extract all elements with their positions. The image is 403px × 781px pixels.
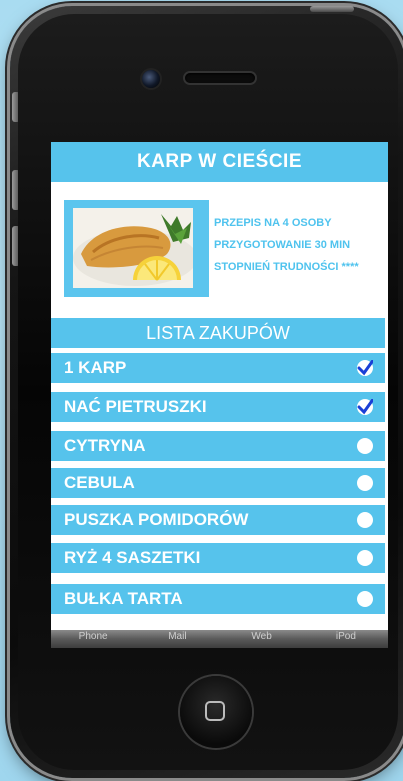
list-item-onion[interactable]: CEBULA [51, 468, 385, 498]
list-item-karp[interactable]: 1 KARP [51, 353, 385, 383]
difficulty-info: STOPNIEŃ TRUDNOŚCI **** [214, 261, 359, 273]
app-screen: KARP W CIEŚCIE PRZEPIS NA 4 OSOBY PRZYGO… [51, 142, 388, 648]
tab-phone[interactable]: Phone [51, 630, 135, 648]
list-item-label: BUŁKA TARTA [64, 589, 183, 608]
recipe-info: PRZEPIS NA 4 OSOBY PRZYGOTOWANIE 30 MIN … [214, 212, 386, 278]
circle-icon[interactable] [357, 438, 373, 454]
circle-icon[interactable] [357, 550, 373, 566]
tab-bar: Phone Mail Web iPod [51, 630, 388, 648]
prep-time-info: PRZYGOTOWANIE 30 MIN [214, 239, 351, 251]
tab-mail[interactable]: Mail [135, 630, 219, 648]
list-item-label: NAĆ PIETRUSZKI [64, 397, 207, 416]
camera-icon [142, 70, 160, 88]
tab-web[interactable]: Web [220, 630, 304, 648]
circle-icon[interactable] [357, 512, 373, 528]
list-item-label: RYŻ 4 SASZETKI [64, 548, 201, 567]
list-item-label: CEBULA [64, 473, 135, 492]
home-square-icon [205, 701, 225, 721]
servings-info: PRZEPIS NA 4 OSOBY [214, 217, 332, 229]
list-item-label: PUSZKA POMIDORÓW [64, 510, 249, 529]
list-item-rice[interactable]: RYŻ 4 SASZETKI [51, 543, 385, 573]
list-item-breadcrumbs[interactable]: BUŁKA TARTA [51, 584, 385, 614]
circle-icon[interactable] [357, 591, 373, 607]
checkmark-icon[interactable] [357, 360, 373, 376]
recipe-image-frame [64, 200, 209, 297]
list-item-lemon[interactable]: CYTRYNA [51, 431, 385, 461]
tab-ipod[interactable]: iPod [304, 630, 388, 648]
recipe-photo [73, 208, 193, 288]
page-title: KARP W CIEŚCIE [51, 142, 388, 182]
list-item-label: 1 KARP [64, 358, 127, 377]
home-button[interactable] [180, 676, 252, 748]
list-item-tomatoes[interactable]: PUSZKA POMIDORÓW [51, 505, 385, 535]
circle-icon[interactable] [357, 475, 373, 491]
shopping-list-heading: LISTA ZAKUPÓW [51, 318, 385, 348]
power-button [310, 6, 354, 12]
list-item-label: CYTRYNA [64, 436, 146, 455]
list-item-parsley[interactable]: NAĆ PIETRUSZKI [51, 392, 385, 422]
speaker-grille [185, 73, 255, 83]
checkmark-icon[interactable] [357, 399, 373, 415]
